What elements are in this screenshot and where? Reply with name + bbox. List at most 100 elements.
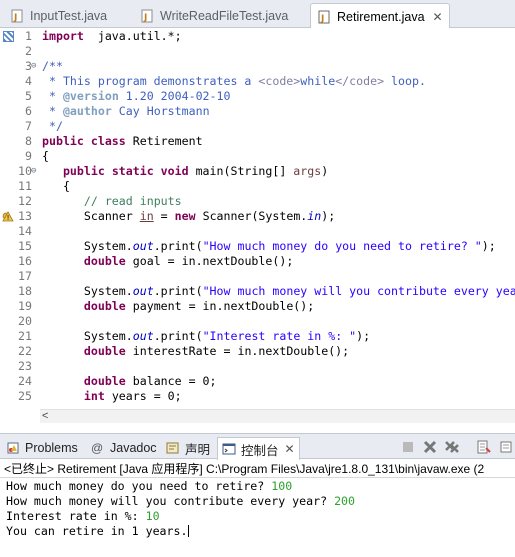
code-token: "How much money will you contribute ever…	[202, 284, 515, 298]
tab-console[interactable]: 控制台 ✕	[217, 437, 300, 460]
fold-toggle-icon[interactable]: ⊖	[31, 164, 41, 179]
code-token: int	[83, 389, 105, 403]
code-line[interactable]: 4 * This program demonstrates a <code>wh…	[0, 74, 515, 89]
code-line[interactable]: 2	[0, 44, 515, 59]
code-text: System.out.print("Interest rate in %: ")…	[42, 329, 370, 344]
console-user-input: 100	[271, 479, 293, 493]
tab-label: WriteReadFileTest.java	[160, 8, 289, 23]
code-line[interactable]: 12 // read inputs	[0, 194, 515, 209]
code-token: .print(	[153, 284, 203, 298]
code-line[interactable]: 11 {	[0, 179, 515, 194]
code-token: years = 0;	[104, 389, 182, 403]
code-line[interactable]: 18 System.out.print("How much money will…	[0, 284, 515, 299]
code-line[interactable]: 9{	[0, 149, 515, 164]
tab-declaration[interactable]: 声明	[166, 438, 210, 458]
code-line[interactable]: 7 */	[0, 119, 515, 134]
at-icon: @	[91, 441, 104, 455]
close-icon[interactable]: ✕	[285, 442, 295, 456]
code-token: out	[132, 329, 154, 343]
code-token: double	[83, 374, 126, 388]
code-text: public class Retirement	[42, 134, 203, 149]
code-line[interactable]: 15 System.out.print("How much money do y…	[0, 239, 515, 254]
code-token: *	[42, 89, 63, 103]
remove-all-icon[interactable]	[444, 440, 460, 454]
terminate-icon[interactable]	[400, 440, 416, 454]
clear-console-icon[interactable]	[476, 440, 492, 454]
close-icon[interactable]: ✕	[433, 10, 443, 24]
line-number: 23	[18, 359, 32, 373]
bottom-panel-tabs: Problems @ Javadoc 声明 控制台 ✕	[0, 433, 515, 460]
code-line[interactable]: 17	[0, 269, 515, 284]
code-token: <code>	[258, 74, 301, 88]
tab-label: InputTest.java	[30, 8, 108, 23]
line-number: 20	[18, 314, 32, 328]
fold-toggle-icon[interactable]: ⊖	[31, 59, 41, 74]
code-token: in	[307, 209, 322, 223]
horizontal-scrollbar[interactable]: <	[40, 409, 515, 423]
code-line[interactable]: 8 public class Retirement	[0, 134, 515, 149]
code-text: // read inputs	[42, 194, 182, 209]
tab-label: 控制台	[241, 443, 279, 458]
code-line[interactable]: 3 ⊖/**	[0, 59, 515, 74]
scroll-lock-icon[interactable]	[499, 440, 515, 454]
code-token: /**	[42, 59, 63, 73]
line-number: 7	[25, 119, 32, 133]
code-line[interactable]: 5 * @version 1.20 2004-02-10	[0, 89, 515, 104]
code-token: java.util.*;	[83, 29, 182, 43]
code-token: "Interest rate in %: "	[202, 329, 357, 343]
code-line[interactable]: 14	[0, 224, 515, 239]
remove-launch-icon[interactable]	[422, 440, 438, 454]
declaration-icon	[166, 442, 179, 454]
code-line[interactable]: 13 Scanner in = new Scanner(System.in);	[0, 209, 515, 224]
code-token: interestRate = in.nextDouble();	[125, 344, 350, 358]
console-status-header: <已终止> Retirement [Java 应用程序] C:\Program …	[0, 460, 515, 478]
code-text: double balance = 0;	[42, 374, 217, 389]
line-number: 18	[18, 284, 32, 298]
line-number: 13	[18, 209, 32, 223]
code-token: goal = in.nextDouble();	[125, 254, 294, 268]
console-user-input: 200	[334, 494, 356, 508]
code-line[interactable]: 6 * @author Cay Horstmann	[0, 104, 515, 119]
code-token: .print(	[153, 329, 203, 343]
code-line[interactable]: 20	[0, 314, 515, 329]
tab-inputtest[interactable]: J InputTest.java	[4, 3, 136, 28]
tab-label: Retirement.java	[337, 9, 425, 24]
code-token: in	[139, 209, 154, 223]
line-number: 6	[25, 104, 32, 118]
tab-javadoc[interactable]: @ Javadoc	[91, 438, 157, 458]
console-output[interactable]: How much money do you need to retire? 10…	[0, 479, 515, 557]
java-file-icon: J	[318, 10, 330, 24]
code-line[interactable]: 23	[0, 359, 515, 374]
code-text: */	[42, 119, 63, 134]
code-editor[interactable]: 1 import java.util.*; 2 3 ⊖/** 4 * This progr…	[0, 28, 515, 408]
code-token: {	[42, 179, 70, 193]
code-line[interactable]: 10 ⊖ public static void main(String[] arg…	[0, 164, 515, 179]
code-line[interactable]: 24 double balance = 0;	[0, 374, 515, 389]
scroll-left-arrow[interactable]: <	[42, 410, 48, 422]
tab-writereadfiletest[interactable]: J WriteReadFileTest.java	[134, 3, 310, 28]
editor-tab-bar: J InputTest.java J WriteReadFileTest.jav…	[0, 0, 515, 29]
code-line[interactable]: 25 int years = 0;	[0, 389, 515, 404]
code-token: )	[321, 164, 329, 178]
line-number: 19	[18, 299, 32, 313]
tab-problems[interactable]: Problems	[6, 438, 78, 458]
line-number: 24	[18, 374, 32, 388]
code-line[interactable]: 19 double payment = in.nextDouble();	[0, 299, 515, 314]
code-token: double	[83, 254, 126, 268]
tab-retirement[interactable]: J Retirement.java ✕	[310, 3, 450, 29]
code-text: double interestRate = in.nextDouble();	[42, 344, 349, 359]
warning-marker-icon[interactable]	[2, 210, 14, 222]
code-line[interactable]: 22 double interestRate = in.nextDouble()…	[0, 344, 515, 359]
code-line[interactable]: 1 import java.util.*;	[0, 29, 515, 44]
code-line[interactable]: 16 double goal = in.nextDouble();	[0, 254, 515, 269]
line-number: 1	[25, 29, 32, 43]
code-token: Scanner(System.	[195, 209, 308, 223]
line-number: 14	[18, 224, 32, 238]
code-line[interactable]: 21 System.out.print("Interest rate in %:…	[0, 329, 515, 344]
code-token: "How much money do you need to retire? "	[202, 239, 482, 253]
